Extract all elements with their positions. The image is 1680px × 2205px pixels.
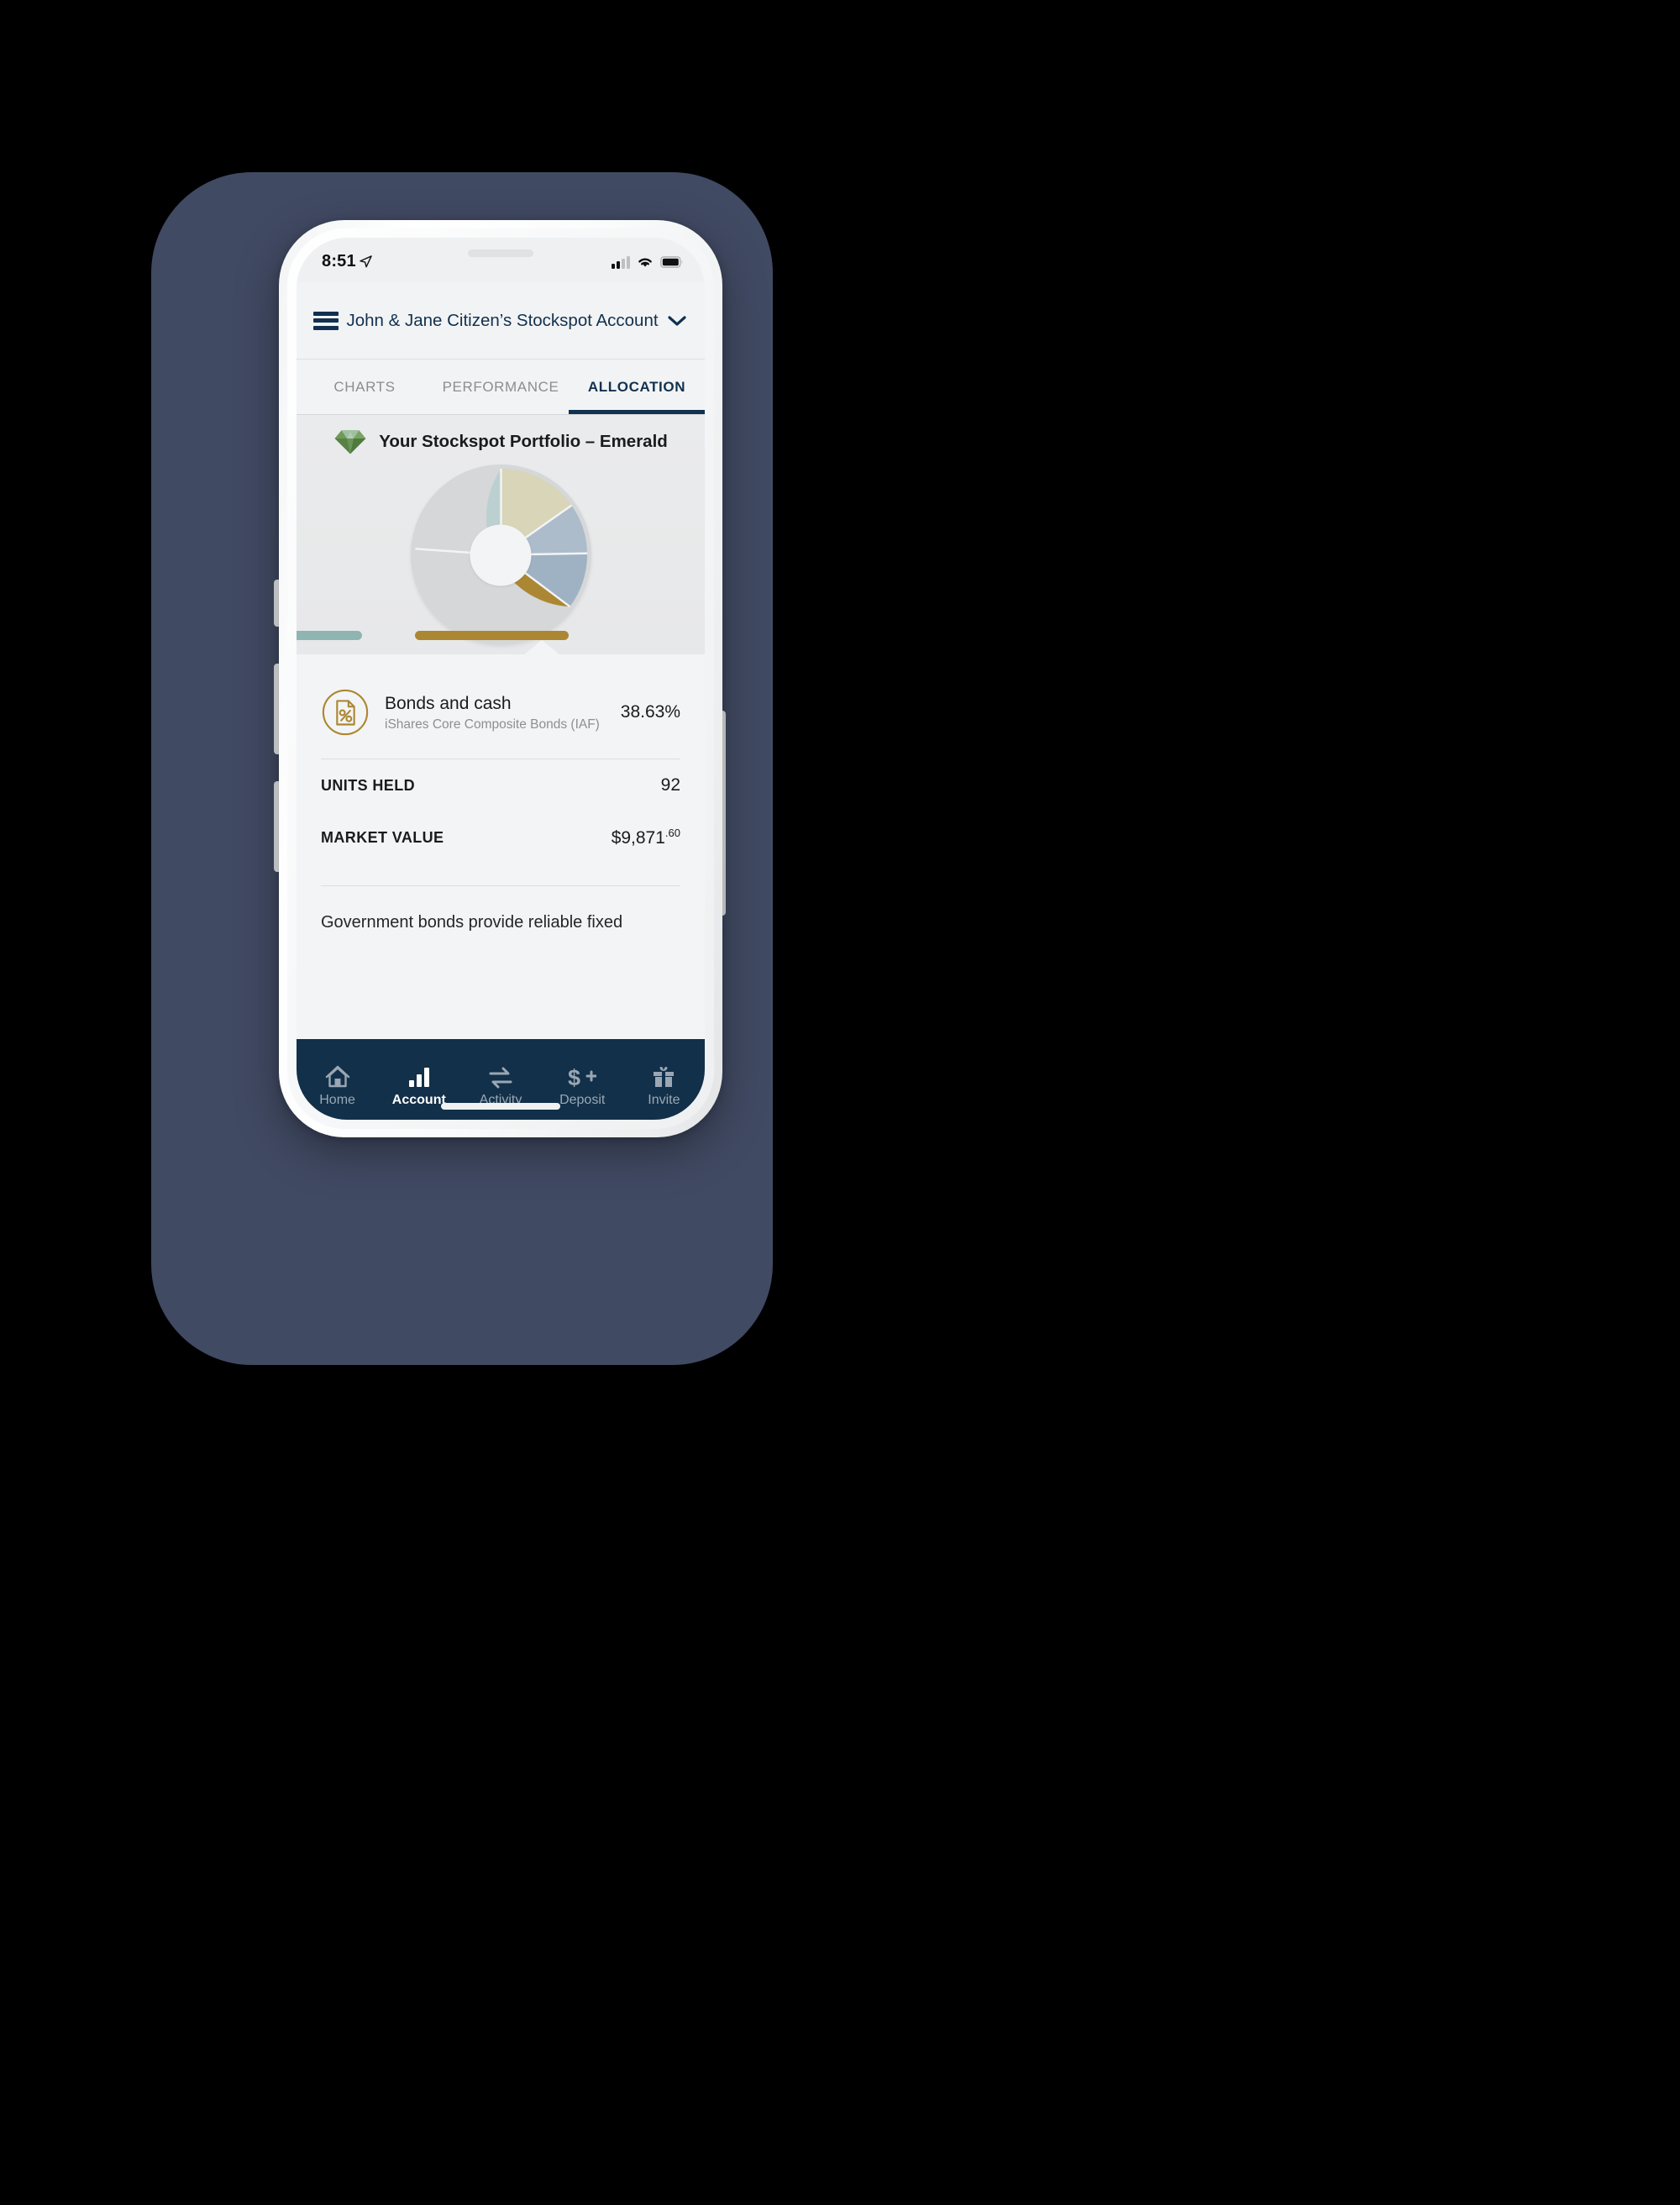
nav-label-account: Account bbox=[391, 1093, 446, 1107]
allocation-chart-panel: Your Stockspot Portfolio – Emerald bbox=[297, 415, 705, 654]
market-value-cents: .60 bbox=[664, 827, 680, 839]
page-indicator-1[interactable] bbox=[297, 631, 362, 640]
status-bar-right bbox=[612, 255, 683, 269]
hamburger-menu-icon[interactable] bbox=[313, 311, 339, 330]
chevron-down-icon bbox=[668, 315, 686, 326]
tab-bar: CHARTS PERFORMANCE ALLOCATION bbox=[297, 360, 705, 415]
nav-item-home[interactable]: Home bbox=[297, 1065, 378, 1108]
wifi-icon bbox=[638, 258, 652, 267]
page-indicators bbox=[297, 631, 705, 640]
units-held-value: 92 bbox=[660, 775, 680, 795]
nav-label-home: Home bbox=[319, 1093, 355, 1107]
bar-chart-icon bbox=[407, 1065, 431, 1089]
app-header: John & Jane Citizen’s Stockspot Account bbox=[297, 282, 705, 360]
phone-device: 8:51 John & Jane Citizen’s Stockspot Acc… bbox=[279, 220, 722, 1137]
market-value-label: MARKET VALUE bbox=[321, 828, 444, 846]
gift-icon bbox=[653, 1065, 675, 1089]
status-time: 8:51 bbox=[322, 252, 356, 270]
market-value-value: $9,871.60 bbox=[612, 827, 680, 848]
allocation-donut-chart[interactable] bbox=[410, 465, 591, 645]
holding-name: Bonds and cash bbox=[385, 693, 512, 713]
card-pointer-arrow bbox=[523, 640, 560, 655]
market-value-row: MARKET VALUE $9,871.60 bbox=[297, 811, 705, 864]
status-bar-left: 8:51 bbox=[322, 252, 372, 271]
nav-item-deposit[interactable]: $ Deposit bbox=[542, 1065, 623, 1108]
emerald-gem-icon bbox=[334, 430, 366, 454]
holding-percent: 38.63% bbox=[620, 702, 680, 722]
portfolio-title: Your Stockspot Portfolio – Emerald bbox=[379, 432, 668, 451]
earpiece-speaker bbox=[468, 249, 533, 257]
transfer-arrows-icon bbox=[488, 1065, 513, 1089]
tab-allocation[interactable]: ALLOCATION bbox=[569, 360, 705, 414]
bottom-navigation-bar: Home Account Activity $ Deposit Invite bbox=[297, 1039, 705, 1120]
account-title: John & Jane Citizen’s Stockspot Account bbox=[346, 311, 659, 330]
bottom-nav-items: Home Account Activity $ Deposit Invite bbox=[297, 1039, 705, 1108]
account-switcher-button[interactable] bbox=[666, 314, 688, 328]
nav-item-invite[interactable]: Invite bbox=[623, 1065, 705, 1108]
nav-label-deposit: Deposit bbox=[559, 1093, 606, 1107]
svg-text:$: $ bbox=[568, 1065, 580, 1089]
home-indicator[interactable] bbox=[441, 1103, 560, 1110]
tab-charts[interactable]: CHARTS bbox=[297, 360, 433, 414]
nav-item-account[interactable]: Account bbox=[378, 1065, 459, 1108]
units-held-row: UNITS HELD 92 bbox=[297, 759, 705, 811]
home-icon bbox=[325, 1065, 350, 1089]
tab-performance[interactable]: PERFORMANCE bbox=[433, 360, 569, 414]
dollar-plus-icon: $ bbox=[568, 1065, 597, 1089]
cellular-signal-icon bbox=[612, 255, 630, 269]
market-value-dollars: $9,871 bbox=[611, 828, 665, 848]
donut-center-hole bbox=[470, 524, 532, 585]
screenshot-stage: 8:51 John & Jane Citizen’s Stockspot Acc… bbox=[0, 0, 1680, 2205]
phone-screen: 8:51 John & Jane Citizen’s Stockspot Acc… bbox=[297, 238, 705, 1120]
holding-summary-row[interactable]: Bonds and cash iShares Core Composite Bo… bbox=[297, 654, 705, 737]
battery-full-icon bbox=[660, 255, 683, 268]
device-notch bbox=[411, 238, 591, 282]
page-indicator-2[interactable] bbox=[415, 631, 569, 640]
holding-description: Government bonds provide reliable fixed bbox=[321, 913, 623, 932]
location-arrow-icon bbox=[360, 255, 372, 268]
nav-label-invite: Invite bbox=[648, 1093, 680, 1107]
units-held-label: UNITS HELD bbox=[321, 776, 415, 794]
holding-subtitle: iShares Core Composite Bonds (IAF) bbox=[385, 717, 600, 732]
percent-document-icon bbox=[322, 689, 369, 736]
portfolio-title-row: Your Stockspot Portfolio – Emerald bbox=[297, 415, 705, 455]
holding-text-block: Bonds and cash iShares Core Composite Bo… bbox=[385, 693, 612, 732]
nav-item-activity[interactable]: Activity bbox=[459, 1065, 541, 1108]
